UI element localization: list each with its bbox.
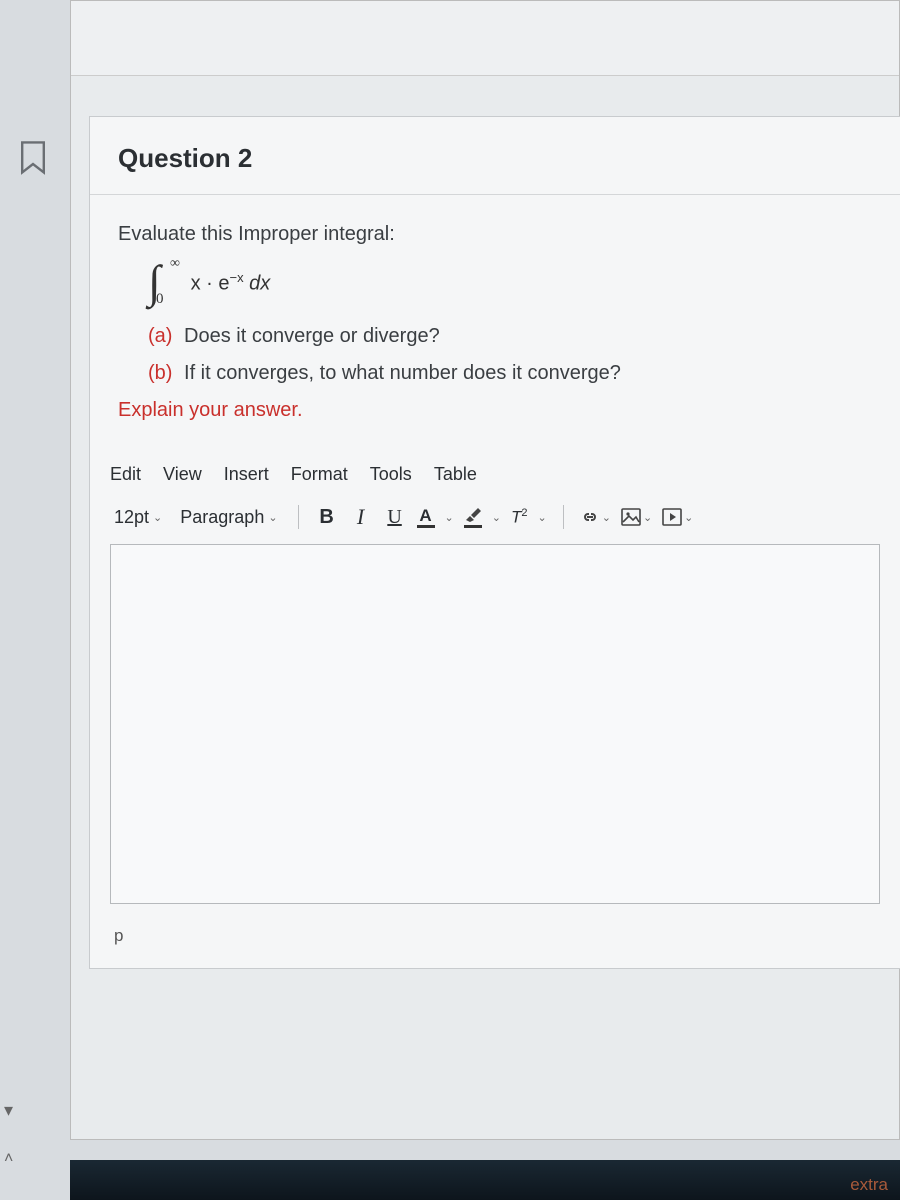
chevron-down-icon: ⌄: [684, 511, 693, 524]
font-size-value: 12pt: [114, 507, 149, 528]
scroll-down-icon[interactable]: ▾: [4, 1100, 13, 1121]
part-b-label: (b): [148, 362, 172, 384]
explain-instruction: Explain your answer.: [118, 399, 872, 422]
answer-textarea[interactable]: [121, 555, 869, 893]
chevron-down-icon: ⌄: [268, 511, 277, 524]
integral-symbol: ∫ ∞ 0: [148, 264, 161, 301]
bookmark-icon[interactable]: [18, 140, 48, 176]
question-page: Question 2 Evaluate this Improper integr…: [70, 0, 900, 1140]
menu-format[interactable]: Format: [291, 464, 348, 485]
italic-button[interactable]: I: [349, 505, 373, 529]
chevron-down-icon: ⌄: [153, 511, 162, 524]
top-strip: [71, 1, 899, 76]
menu-insert[interactable]: Insert: [224, 464, 269, 485]
question-title: Question 2: [118, 143, 872, 174]
footer-text: extra: [850, 1175, 888, 1194]
chevron-down-icon[interactable]: ⌄: [445, 511, 454, 524]
chevron-down-icon[interactable]: ⌄: [538, 511, 547, 524]
part-b-text: If it converges, to what number does it …: [184, 362, 621, 384]
text-color-letter: A: [419, 507, 431, 524]
superscript-button[interactable]: T2: [511, 507, 528, 528]
question-prompt: Evaluate this Improper integral:: [118, 223, 872, 246]
font-size-dropdown[interactable]: 12pt ⌄: [110, 505, 166, 530]
editor-area[interactable]: [110, 544, 880, 904]
chevron-down-icon: ⌄: [602, 511, 611, 524]
part-a-text: Does it converge or diverge?: [184, 325, 440, 347]
link-button[interactable]: ⌄: [580, 509, 611, 525]
image-button[interactable]: ⌄: [621, 508, 652, 526]
bold-button[interactable]: B: [315, 505, 339, 529]
paragraph-style-dropdown[interactable]: Paragraph ⌄: [176, 505, 281, 530]
editor-toolbar: 12pt ⌄ Paragraph ⌄ B I U A ⌄ ⌄: [90, 497, 900, 544]
part-b: (b) If it converges, to what number does…: [148, 362, 872, 385]
menu-table[interactable]: Table: [434, 464, 477, 485]
highlight-button[interactable]: [464, 507, 482, 528]
integral-expression: ∫ ∞ 0 x · e−x dx: [148, 264, 872, 301]
scroll-up-icon[interactable]: ˄: [4, 1150, 13, 1168]
bottom-bar: extra: [70, 1160, 900, 1200]
chevron-down-icon: ⌄: [643, 511, 652, 524]
text-color-bar: [417, 525, 435, 528]
menu-view[interactable]: View: [163, 464, 202, 485]
question-header: Question 2: [90, 117, 900, 195]
media-button[interactable]: ⌄: [662, 508, 693, 526]
highlight-color-bar: [464, 525, 482, 528]
menu-tools[interactable]: Tools: [370, 464, 412, 485]
part-a-label: (a): [148, 325, 172, 347]
question-card: Question 2 Evaluate this Improper integr…: [89, 116, 900, 969]
menu-edit[interactable]: Edit: [110, 464, 141, 485]
integral-lower-bound: 0: [156, 293, 164, 305]
chevron-down-icon[interactable]: ⌄: [492, 511, 501, 524]
part-a: (a) Does it converge or diverge?: [148, 325, 872, 348]
toolbar-divider: [298, 505, 299, 529]
integrand: x · e−x dx: [191, 270, 271, 296]
underline-button[interactable]: U: [383, 505, 407, 529]
editor-menu-bar: Edit View Insert Format Tools Table: [90, 456, 900, 497]
paragraph-style-value: Paragraph: [180, 507, 264, 528]
text-color-button[interactable]: A: [417, 507, 435, 528]
toolbar-divider: [563, 505, 564, 529]
integral-upper-bound: ∞: [170, 258, 180, 269]
question-body: Evaluate this Improper integral: ∫ ∞ 0 x…: [90, 195, 900, 456]
editor-status-path: p: [90, 920, 900, 968]
